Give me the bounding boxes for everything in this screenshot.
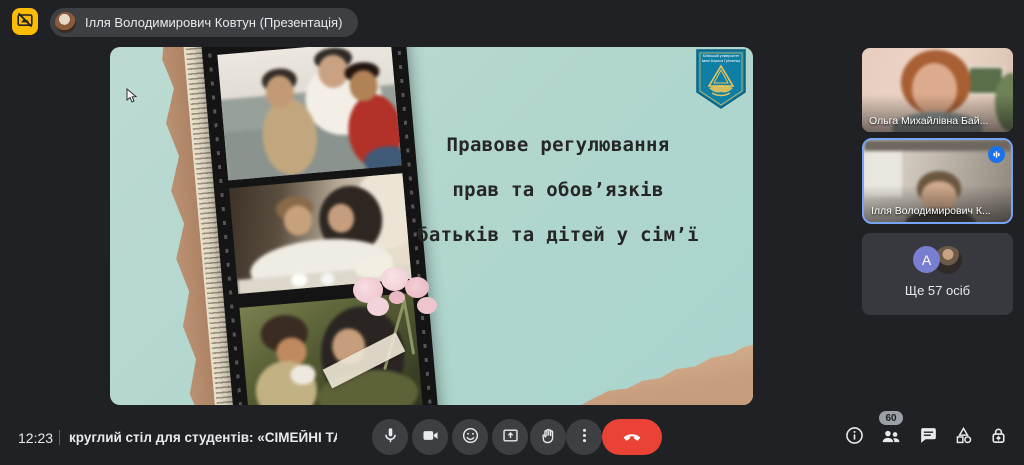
slide-title: Правове регулювання прав та обов’язків б… — [393, 123, 723, 258]
university-logo: Київський університет імені Бориса Грінч… — [695, 48, 747, 110]
more-participants-tile[interactable]: A Ще 57 осіб — [862, 233, 1013, 315]
more-options-button[interactable] — [566, 419, 602, 455]
camera-button[interactable] — [412, 419, 448, 455]
more-options-icon — [575, 426, 594, 448]
info-icon — [844, 425, 865, 449]
presenter-banner: Ілля Володимирович Ковтун (Презентація) — [50, 8, 358, 37]
activities-button[interactable] — [952, 426, 974, 448]
participants-count-badge: 60 — [879, 411, 903, 425]
info-button[interactable] — [843, 426, 865, 448]
end-call-icon — [621, 425, 643, 450]
end-call-button[interactable] — [602, 419, 662, 455]
presentation-off-icon — [15, 10, 35, 33]
participants-icon — [880, 425, 902, 450]
lock-gear-icon — [988, 425, 1009, 449]
clock-label: 12:23 — [18, 430, 53, 446]
photo-family-on-couch — [217, 47, 401, 180]
mouse-cursor — [126, 88, 139, 104]
reactions-button[interactable] — [452, 419, 488, 455]
present-screen-icon — [501, 426, 520, 448]
presenter-avatar — [55, 12, 76, 33]
smiley-icon — [461, 426, 480, 448]
raise-hand-icon — [539, 426, 558, 448]
presenter-name-label: Ілля Володимирович Ковтун (Презентація) — [85, 15, 342, 30]
present-screen-button[interactable] — [492, 419, 528, 455]
participant-tile-olha[interactable]: Ольга Михайлівна Бай... — [862, 48, 1013, 132]
divider — [59, 430, 60, 445]
raise-hand-button[interactable] — [530, 419, 566, 455]
logo-org-line1: Київський університет — [703, 54, 740, 58]
slide-title-line1: Правове регулювання — [393, 123, 723, 168]
activities-icon — [953, 425, 974, 449]
speaking-indicator-icon — [988, 146, 1005, 163]
participants-button[interactable] — [880, 426, 902, 448]
logo-org-line2: імені Бориса Грінченка — [702, 59, 740, 63]
participant-tile-illia-speaking[interactable]: Ілля Володимирович К... — [862, 138, 1013, 224]
camera-icon — [421, 426, 440, 448]
participant-name-label: Ілля Володимирович К... — [871, 205, 991, 217]
participant-name-label: Ольга Михайлівна Бай... — [869, 115, 988, 127]
presented-slide: Київський університет імені Бориса Грінч… — [110, 47, 753, 405]
more-participants-label: Ще 57 осіб — [862, 283, 1013, 298]
presentation-paused-button[interactable] — [12, 8, 38, 35]
chat-icon — [918, 425, 939, 449]
slide-title-line2: прав та обов’язків — [393, 168, 723, 213]
participant-avatar-letter: A — [913, 246, 940, 273]
host-controls-button[interactable] — [987, 426, 1009, 448]
chat-button[interactable] — [917, 426, 939, 448]
microphone-icon — [381, 426, 400, 448]
torn-paper-corner — [581, 341, 753, 405]
microphone-button[interactable] — [372, 419, 408, 455]
meeting-title-label: круглий стіл для студентів: «СІМЕЙНІ ТА … — [69, 430, 337, 445]
meet-window: Ілля Володимирович Ковтун (Презентація) — [0, 0, 1024, 465]
slide-title-line3: батьків та дітей у сім’ї — [393, 213, 723, 258]
